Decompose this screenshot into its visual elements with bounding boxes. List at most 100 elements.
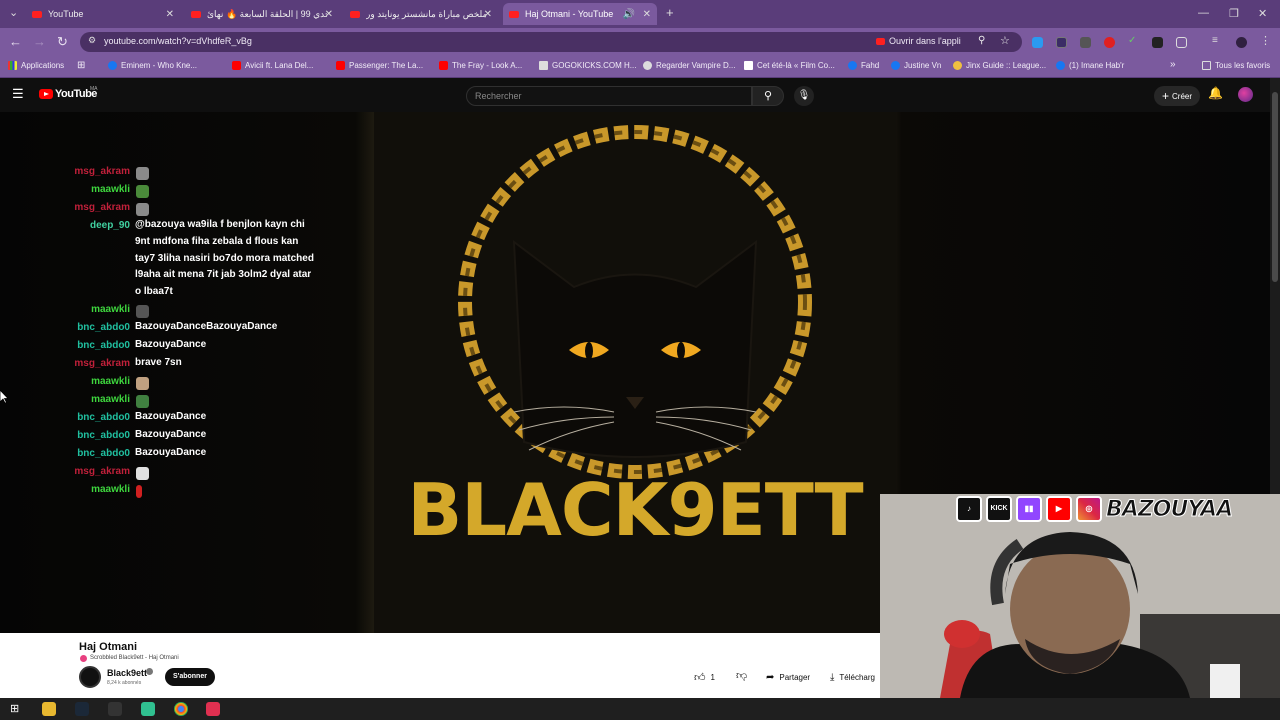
grid-icon[interactable]: ⊞ bbox=[77, 60, 85, 71]
extension-check-icon[interactable]: ✓ bbox=[1128, 35, 1139, 46]
open-in-app-button[interactable]: Ouvrir dans l'appli bbox=[876, 36, 961, 46]
bookmark-label: Jinx Guide :: League... bbox=[966, 61, 1047, 70]
minimize-button[interactable]: — bbox=[1198, 7, 1209, 19]
notifications-bell-icon[interactable]: 🔔 bbox=[1208, 86, 1223, 100]
chrome-icon[interactable] bbox=[174, 702, 188, 716]
apps-grid-icon bbox=[8, 61, 17, 70]
like-button[interactable]: 👍︎ 1 bbox=[694, 669, 715, 685]
steam-icon[interactable] bbox=[75, 702, 89, 716]
chat-message-text: brave 7sn bbox=[135, 357, 182, 368]
search-button[interactable]: ⚲ bbox=[752, 86, 784, 106]
tab-youtube[interactable]: YouTube ✕ bbox=[26, 3, 180, 25]
country-code: MA bbox=[90, 86, 98, 92]
subscribe-button[interactable]: S'abonner bbox=[165, 668, 215, 686]
close-icon[interactable]: ✕ bbox=[643, 9, 651, 20]
bookmark-avicii[interactable]: Avicii ft. Lana Del... bbox=[232, 61, 313, 70]
more-bookmarks-chevron-icon[interactable]: » bbox=[1170, 59, 1176, 70]
search-input[interactable]: Rechercher bbox=[466, 86, 752, 106]
url-text[interactable]: youtube.com/watch?v=dVhdfeR_vBg bbox=[104, 36, 252, 46]
profile-avatar[interactable] bbox=[1236, 37, 1247, 48]
bookmark-fahd[interactable]: Fahd bbox=[848, 61, 879, 70]
all-favorites-folder[interactable]: Tous les favoris bbox=[1202, 61, 1270, 70]
channel-name[interactable]: Black9ett bbox=[107, 668, 147, 678]
extension-red-icon[interactable] bbox=[1104, 37, 1115, 48]
bookmark-label: Tous les favoris bbox=[1215, 61, 1271, 70]
site-info-icon[interactable]: ⚙ bbox=[88, 35, 96, 46]
close-icon[interactable]: ✕ bbox=[484, 9, 492, 20]
menu-icon[interactable]: ☰ bbox=[12, 86, 24, 102]
back-button[interactable]: ← bbox=[9, 34, 22, 49]
dislike-button[interactable]: 👎︎ bbox=[736, 669, 747, 682]
bookmark-imane[interactable]: (1) Imane Hab'r bbox=[1056, 61, 1124, 70]
bookmark-passenger[interactable]: Passenger: The La... bbox=[336, 61, 423, 70]
chat-emote bbox=[136, 305, 149, 318]
tab-challenge-99[interactable]: تحدي 99 | الحلقة السابعة 🔥 نهائ... ✕ bbox=[185, 3, 339, 25]
bookmark-label: Eminem - Who Kne... bbox=[121, 61, 198, 70]
bookmark-label: The Fray - Look A... bbox=[452, 61, 523, 70]
facebook-icon bbox=[1056, 61, 1065, 70]
download-button[interactable]: ⤓ Télécharg bbox=[830, 672, 875, 683]
channel-avatar[interactable] bbox=[79, 666, 101, 688]
app-icon[interactable] bbox=[141, 702, 155, 716]
create-button[interactable]: + Créer bbox=[1154, 86, 1201, 106]
bookmark-justine[interactable]: Justine Vn bbox=[891, 61, 941, 70]
chat-username: bnc_abdo0 bbox=[77, 340, 130, 351]
facebook-icon bbox=[108, 61, 117, 70]
browser-menu-icon[interactable]: ⋮ bbox=[1260, 34, 1271, 47]
close-window-button[interactable]: ✕ bbox=[1258, 7, 1267, 20]
extension-icon[interactable] bbox=[1056, 37, 1067, 48]
bookmark-jinx-guide[interactable]: Jinx Guide :: League... bbox=[953, 61, 1046, 70]
facebook-icon bbox=[848, 61, 857, 70]
zoom-icon[interactable]: ⚲ bbox=[978, 35, 985, 46]
share-icon: ➦ bbox=[766, 672, 775, 683]
bookmark-star-icon[interactable]: ☆ bbox=[1000, 34, 1010, 47]
bookmark-cet-ete-la[interactable]: Cet été-là « Film Co... bbox=[744, 61, 835, 70]
windows-start-icon[interactable]: ⊞ bbox=[10, 702, 24, 716]
extension-icon-2[interactable] bbox=[1152, 37, 1163, 48]
bookmark-the-fray[interactable]: The Fray - Look A... bbox=[439, 61, 522, 70]
close-icon[interactable]: ✕ bbox=[166, 9, 174, 20]
video-info-panel: Haj Otmani Scrobbled Black9ett - Haj Otm… bbox=[0, 633, 880, 698]
bookmark-eminem[interactable]: Eminem - Who Kne... bbox=[108, 61, 197, 70]
bookmark-label: GOGOKICKS.COM H... bbox=[552, 61, 637, 70]
address-bar[interactable]: ⚙ youtube.com/watch?v=dVhdfeR_vBg Ouvrir… bbox=[80, 32, 1022, 52]
bookmark-gogokicks[interactable]: GOGOKICKS.COM H... bbox=[539, 61, 636, 70]
scrollbar-thumb[interactable] bbox=[1272, 92, 1278, 282]
extension-translate-icon[interactable] bbox=[1032, 37, 1043, 48]
bookmark-vampire-diaries[interactable]: Regarder Vampire D... bbox=[643, 61, 735, 70]
bookmark-applications[interactable]: Applications bbox=[8, 61, 64, 70]
forward-button[interactable]: → bbox=[33, 34, 46, 49]
account-avatar[interactable] bbox=[1238, 87, 1253, 102]
tab-man-united[interactable]: ملخص مباراة مانشستر يونايتد ور... ✕ bbox=[344, 3, 498, 25]
microphone-icon: 🎙 bbox=[797, 90, 811, 101]
extensions-puzzle-icon[interactable] bbox=[1176, 37, 1187, 48]
chat-username: maawkli bbox=[91, 184, 130, 195]
chat-username: bnc_abdo0 bbox=[77, 412, 130, 423]
chat-username: maawkli bbox=[91, 376, 130, 387]
film-icon bbox=[744, 61, 753, 70]
chat-username: bnc_abdo0 bbox=[77, 430, 130, 441]
download-icon: ⤓ bbox=[830, 672, 835, 683]
maximize-button[interactable]: ❐ bbox=[1229, 7, 1239, 20]
create-label: Créer bbox=[1172, 91, 1193, 101]
reload-button[interactable]: ↻ bbox=[57, 34, 68, 50]
new-tab-button[interactable]: + bbox=[666, 5, 674, 20]
youtube-icon bbox=[32, 10, 42, 18]
tab-title: YouTube bbox=[48, 9, 84, 19]
valorant-icon[interactable] bbox=[206, 702, 220, 716]
youtube-icon bbox=[336, 61, 345, 70]
close-icon[interactable]: ✕ bbox=[325, 9, 333, 20]
youtube-icon bbox=[191, 10, 201, 18]
tab-search-icon[interactable]: ⌄ bbox=[9, 6, 18, 19]
share-button[interactable]: ➦ Partager bbox=[766, 672, 810, 683]
tab-haj-otmani[interactable]: Haj Otmani - YouTube 🔊 ✕ bbox=[503, 3, 657, 25]
audio-playing-icon[interactable]: 🔊 bbox=[623, 9, 635, 20]
chat-emote bbox=[136, 485, 142, 498]
epic-games-icon[interactable] bbox=[108, 702, 122, 716]
scrobbled-text[interactable]: Scrobbled Black9ett - Haj Otmani bbox=[90, 655, 179, 661]
chat-username: maawkli bbox=[91, 304, 130, 315]
voice-search-button[interactable]: 🎙 bbox=[794, 86, 814, 106]
media-control-icon[interactable]: ≡ bbox=[1212, 35, 1223, 46]
extension-k-icon[interactable] bbox=[1080, 37, 1091, 48]
file-explorer-icon[interactable] bbox=[42, 702, 56, 716]
